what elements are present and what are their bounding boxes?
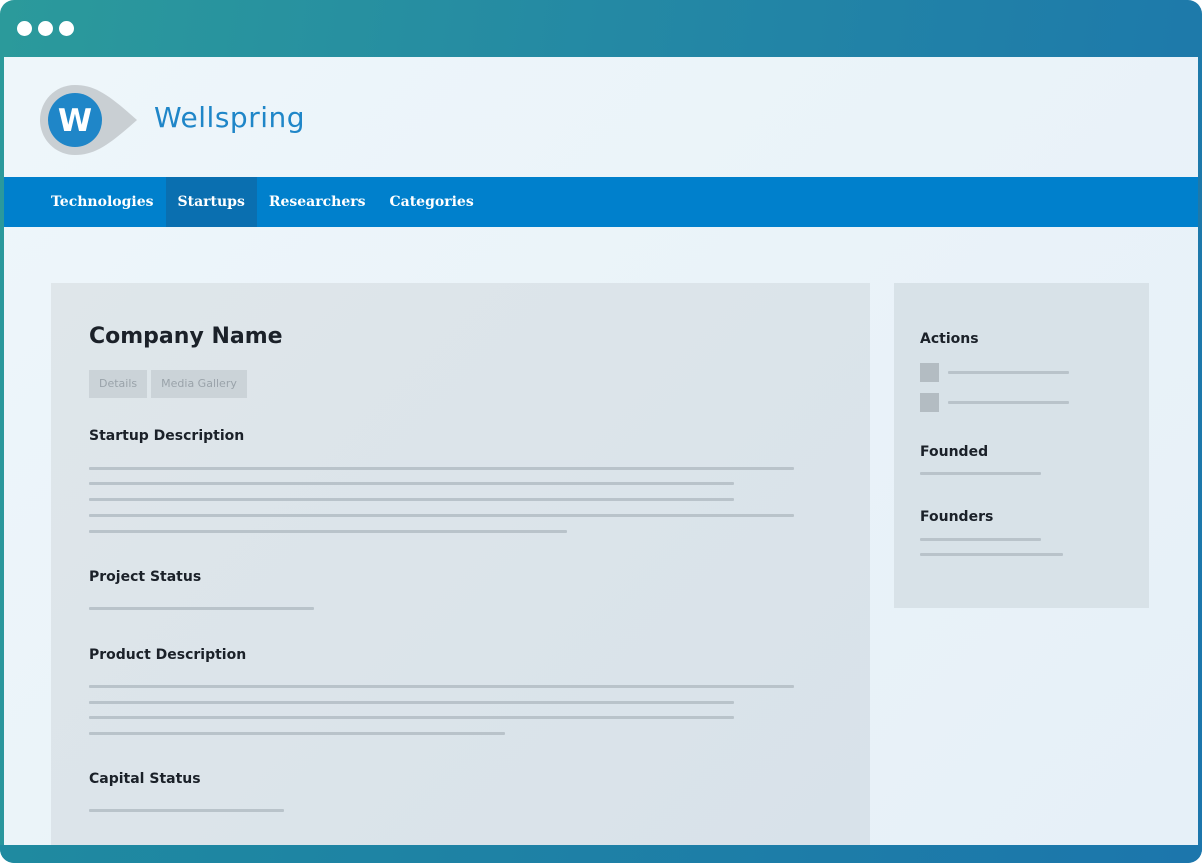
window-dot-3[interactable] xyxy=(59,21,74,36)
nav-item-researchers[interactable]: Researchers xyxy=(257,177,378,227)
text-placeholder-line xyxy=(89,498,734,501)
site-header: W Wellspring xyxy=(4,57,1198,177)
text-placeholder-line xyxy=(89,685,794,688)
text-placeholder-line xyxy=(89,809,284,812)
founded-heading: Founded xyxy=(920,444,989,460)
text-placeholder-line xyxy=(89,482,734,485)
text-placeholder-line xyxy=(920,538,1041,541)
window-dot-1[interactable] xyxy=(17,21,32,36)
brand-name[interactable]: Wellspring xyxy=(154,101,305,134)
action-label-placeholder[interactable] xyxy=(948,371,1069,374)
tab-details[interactable]: Details xyxy=(89,370,148,398)
logo-letter: W xyxy=(58,103,92,139)
main-nav: Technologies Startups Researchers Catego… xyxy=(4,177,1198,227)
text-placeholder-line xyxy=(920,553,1063,556)
text-placeholder-line xyxy=(89,530,567,533)
text-placeholder-line xyxy=(920,472,1041,475)
nav-item-technologies[interactable]: Technologies xyxy=(39,177,166,227)
tab-media-gallery[interactable]: Media Gallery xyxy=(151,370,247,398)
text-placeholder-line xyxy=(89,467,794,470)
company-name-heading: Company Name xyxy=(89,324,283,349)
text-placeholder-line xyxy=(89,716,734,719)
detail-tabs: Details Media Gallery xyxy=(89,370,247,398)
action-checkbox[interactable] xyxy=(920,393,939,412)
nav-item-startups[interactable]: Startups xyxy=(165,177,257,227)
text-placeholder-line xyxy=(89,701,734,704)
page-viewport: W Wellspring Technologies Startups Resea… xyxy=(4,57,1198,845)
window-dot-2[interactable] xyxy=(38,21,53,36)
wellspring-logo-icon[interactable]: W xyxy=(39,83,139,157)
text-placeholder-line xyxy=(89,732,505,735)
action-label-placeholder[interactable] xyxy=(948,401,1069,404)
text-placeholder-line xyxy=(89,607,314,610)
product-description-heading: Product Description xyxy=(89,647,247,663)
browser-window: W Wellspring Technologies Startups Resea… xyxy=(0,0,1202,863)
window-bottom-edge xyxy=(0,845,1202,863)
founders-heading: Founders xyxy=(920,509,994,525)
startup-description-heading: Startup Description xyxy=(89,428,245,444)
sidebar-card: Actions Founded Founders xyxy=(894,283,1149,608)
window-controls xyxy=(17,21,74,36)
action-checkbox[interactable] xyxy=(920,363,939,382)
text-placeholder-line xyxy=(89,514,794,517)
company-detail-card: Company Name Details Media Gallery Start… xyxy=(51,283,870,845)
capital-status-heading: Capital Status xyxy=(89,771,201,787)
actions-heading: Actions xyxy=(920,331,979,347)
project-status-heading: Project Status xyxy=(89,569,202,585)
nav-item-categories[interactable]: Categories xyxy=(378,177,486,227)
